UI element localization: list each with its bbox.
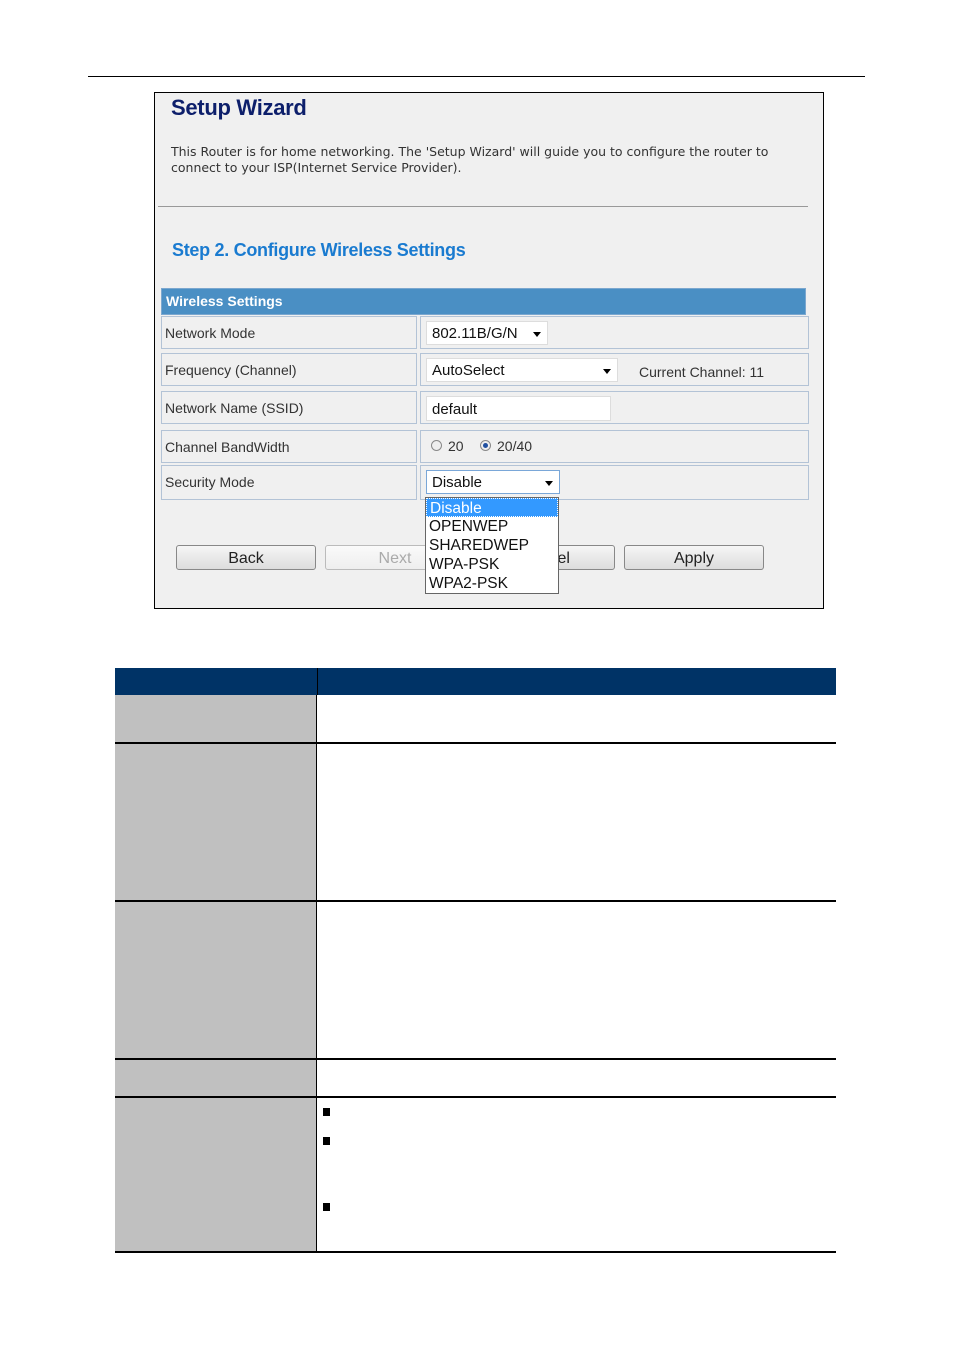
bullet-icon [323,1108,330,1116]
security-label: Security Mode [161,465,417,500]
wireless-settings-panel: Wireless Settings Network Mode 802.11B/G… [161,288,809,500]
row-desc-cell [318,1098,836,1251]
row-desc-cell [318,744,836,900]
table-header-object [115,668,318,695]
security-option-disable[interactable]: Disable [426,498,558,517]
network-mode-label: Network Mode [161,316,417,349]
network-mode-select[interactable]: 802.11B/G/N [426,321,548,345]
row-label-cell [115,744,317,900]
frequency-row: Frequency (Channel) AutoSelect Current C… [161,353,809,386]
security-option-sharedwep[interactable]: SHAREDWEP [426,536,558,555]
ssid-row: Network Name (SSID) default [161,391,809,424]
frequency-select[interactable]: AutoSelect [426,358,618,382]
bullet-icon [323,1203,330,1211]
page-title: Setup Wizard [171,95,307,120]
security-mode-select[interactable]: Disable [426,470,560,494]
table-row [115,695,836,744]
bandwidth-20-label: 20 [448,438,464,454]
security-option-wpa-psk[interactable]: WPA-PSK [426,555,558,574]
network-mode-row: Network Mode 802.11B/G/N [161,316,809,349]
frequency-label: Frequency (Channel) [161,353,417,386]
divider [158,206,808,207]
table-row [115,744,836,902]
setup-wizard-screenshot: Setup Wizard This Router is for home net… [154,92,824,609]
bandwidth-20-radio[interactable] [431,440,442,451]
step-title: Step 2. Configure Wireless Settings [172,240,466,260]
table-row [115,1098,836,1253]
page-header-rule [88,76,865,77]
security-mode-value: Disable [432,474,483,491]
ssid-label: Network Name (SSID) [161,391,417,424]
security-option-openwep[interactable]: OPENWEP [426,517,558,536]
chevron-down-icon [545,481,553,486]
row-label-cell [115,1098,317,1251]
table-header [115,668,836,695]
security-option-wpa2-psk[interactable]: WPA2-PSK [426,574,558,593]
security-row: Security Mode Disable [161,465,809,500]
bullet-icon [323,1137,330,1145]
row-desc-cell [318,902,836,1058]
ssid-input[interactable]: default [426,396,611,421]
table-row [115,902,836,1060]
row-label-cell [115,695,317,742]
apply-button[interactable]: Apply [624,545,764,570]
row-desc-cell [318,695,836,742]
intro-text: This Router is for home networking. The … [171,144,769,175]
section-header: Wireless Settings [161,288,806,315]
row-desc-cell [318,1060,836,1096]
bandwidth-label: Channel BandWidth [161,430,417,463]
chevron-down-icon [603,369,611,374]
frequency-value: AutoSelect [432,362,505,379]
bandwidth-row: Channel BandWidth 20 20/40 [161,430,809,463]
chevron-down-icon [533,332,541,337]
current-channel: Current Channel: 11 [639,364,765,380]
row-label-cell [115,902,317,1058]
back-button[interactable]: Back [176,545,316,570]
table-row [115,1060,836,1098]
network-mode-value: 802.11B/G/N [432,325,518,342]
security-mode-dropdown: Disable OPENWEP SHAREDWEP WPA-PSK WPA2-P… [425,497,559,594]
row-label-cell [115,1060,317,1096]
bandwidth-20-40-radio[interactable] [480,440,491,451]
bandwidth-20-40-label: 20/40 [497,438,533,454]
